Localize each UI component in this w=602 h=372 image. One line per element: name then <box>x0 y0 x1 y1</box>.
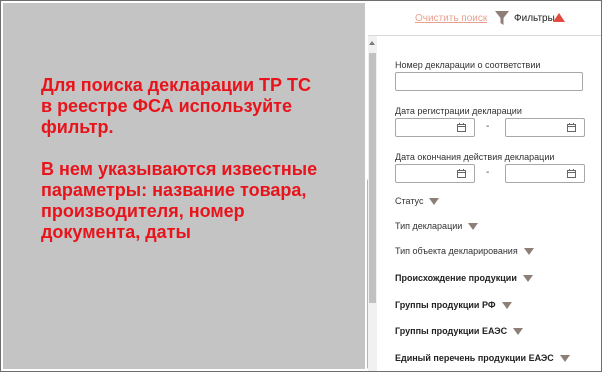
screenshot-frame: Для поиска декларации ТР ТС в реестре ФС… <box>0 0 602 372</box>
annotation-text: Для поиска декларации ТР ТС в реестре ФС… <box>41 75 318 242</box>
filter-groups-eaeu-label: Группы продукции ЕАЭС <box>395 326 508 336</box>
filter-toolbar: Очистить поиск Фильтры <box>368 1 601 36</box>
calendar-icon[interactable] <box>457 123 466 132</box>
declaration-number-label: Номер декларации о соответствии <box>395 60 541 70</box>
registration-date-label: Дата регистрации декларации <box>395 106 522 116</box>
calendar-icon[interactable] <box>567 123 576 132</box>
calendar-icon[interactable] <box>457 169 466 178</box>
scroll-thumb[interactable] <box>369 53 376 303</box>
filter-single-list-eaeu[interactable]: Единый перечень продукции ЕАЭС <box>395 351 570 365</box>
expiration-date-separator: - <box>486 167 490 178</box>
filter-declaration-type[interactable]: Тип декларации <box>395 219 479 233</box>
expiration-date-label: Дата окончания действия декларации <box>395 152 555 162</box>
filter-object-type[interactable]: Тип объекта декларирования <box>395 244 534 258</box>
filter-status[interactable]: Статус <box>395 194 440 208</box>
chevron-down-icon[interactable] <box>523 247 534 255</box>
filter-groups-rf[interactable]: Группы продукции РФ <box>395 298 512 312</box>
clear-search-link[interactable]: Очистить поиск <box>415 13 487 24</box>
filter-single-list-eaeu-label: Единый перечень продукции ЕАЭС <box>395 353 554 363</box>
registration-date-from[interactable] <box>395 118 475 137</box>
filter-declaration-type-label: Тип декларации <box>395 221 463 231</box>
filters-toggle-label[interactable]: Фильтры <box>514 13 555 24</box>
chevron-down-icon[interactable] <box>468 222 479 230</box>
registration-date-separator: - <box>486 121 490 132</box>
filter-panel: Очистить поиск Фильтры Номер декларации … <box>368 1 601 371</box>
filter-object-type-label: Тип объекта декларирования <box>395 246 518 256</box>
panel-scrollbar[interactable] <box>368 36 377 371</box>
chevron-down-icon[interactable] <box>522 274 533 282</box>
annotation-overlay: Для поиска декларации ТР ТС в реестре ФС… <box>3 3 365 369</box>
expiration-date-to[interactable] <box>505 164 585 183</box>
funnel-icon[interactable] <box>495 10 509 26</box>
chevron-down-icon[interactable] <box>513 327 524 335</box>
filter-origin-label: Происхождение продукции <box>395 273 517 283</box>
chevron-down-icon[interactable] <box>559 354 570 362</box>
collapse-up-icon[interactable] <box>553 13 565 22</box>
chevron-down-icon[interactable] <box>429 197 440 205</box>
expiration-date-from[interactable] <box>395 164 475 183</box>
calendar-icon[interactable] <box>567 169 576 178</box>
declaration-number-input[interactable] <box>395 72 583 91</box>
registration-date-to[interactable] <box>505 118 585 137</box>
scroll-up-icon[interactable] <box>369 41 375 45</box>
filter-origin[interactable]: Происхождение продукции <box>395 271 533 285</box>
filter-status-label: Статус <box>395 196 424 206</box>
chevron-down-icon[interactable] <box>501 301 512 309</box>
filter-groups-eaeu[interactable]: Группы продукции ЕАЭС <box>395 324 524 338</box>
filter-groups-rf-label: Группы продукции РФ <box>395 300 496 310</box>
